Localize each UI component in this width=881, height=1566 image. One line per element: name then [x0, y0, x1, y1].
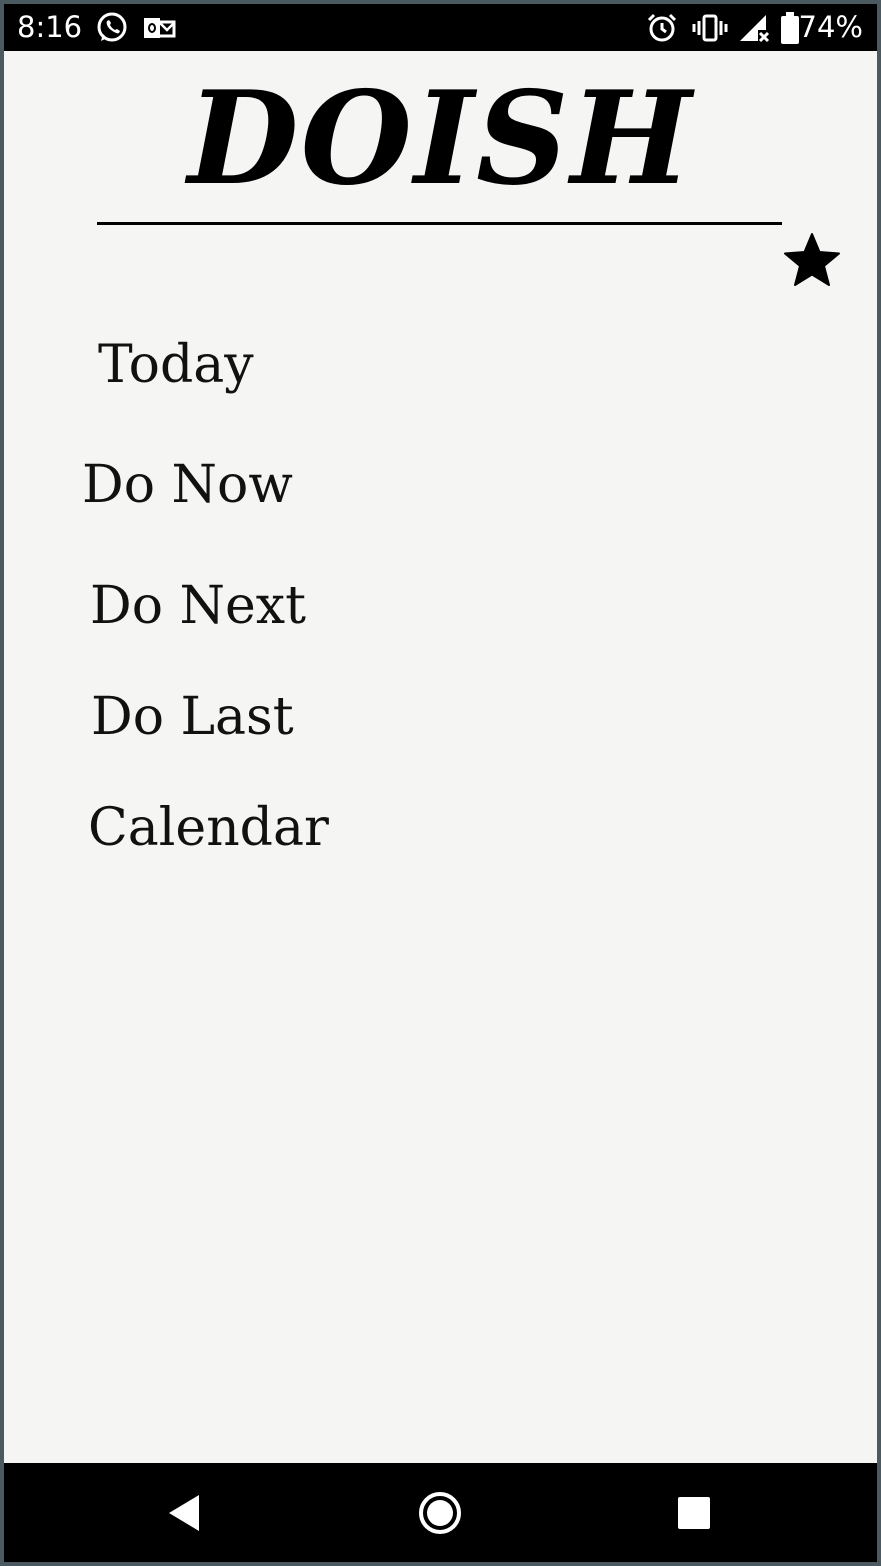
recents-icon[interactable] [668, 1487, 720, 1539]
menu-item-do-next[interactable]: Do Next [90, 576, 306, 636]
star-icon[interactable] [782, 230, 842, 290]
menu-item-calendar[interactable]: Calendar [88, 798, 329, 858]
navigation-bar [4, 1463, 877, 1562]
signal-icon [740, 15, 770, 43]
alarm-icon [647, 13, 677, 42]
status-bar: 8:16 74% [4, 4, 877, 51]
home-icon[interactable] [414, 1487, 466, 1539]
app-screen: 8:16 74% DOISH Today Do Now Do Next Do L… [4, 4, 877, 1562]
status-time: 8:16 [17, 10, 83, 44]
outlook-icon [144, 18, 176, 38]
app-title: DOISH [187, 64, 694, 214]
menu-item-today[interactable]: Today [98, 335, 254, 395]
vibrate-icon [692, 14, 728, 42]
back-icon[interactable] [159, 1487, 211, 1539]
whatsapp-icon [97, 12, 127, 42]
menu-item-do-last[interactable]: Do Last [91, 687, 294, 747]
battery-percentage: 74% [798, 10, 863, 44]
menu-item-do-now[interactable]: Do Now [82, 455, 293, 515]
title-divider [97, 222, 782, 225]
